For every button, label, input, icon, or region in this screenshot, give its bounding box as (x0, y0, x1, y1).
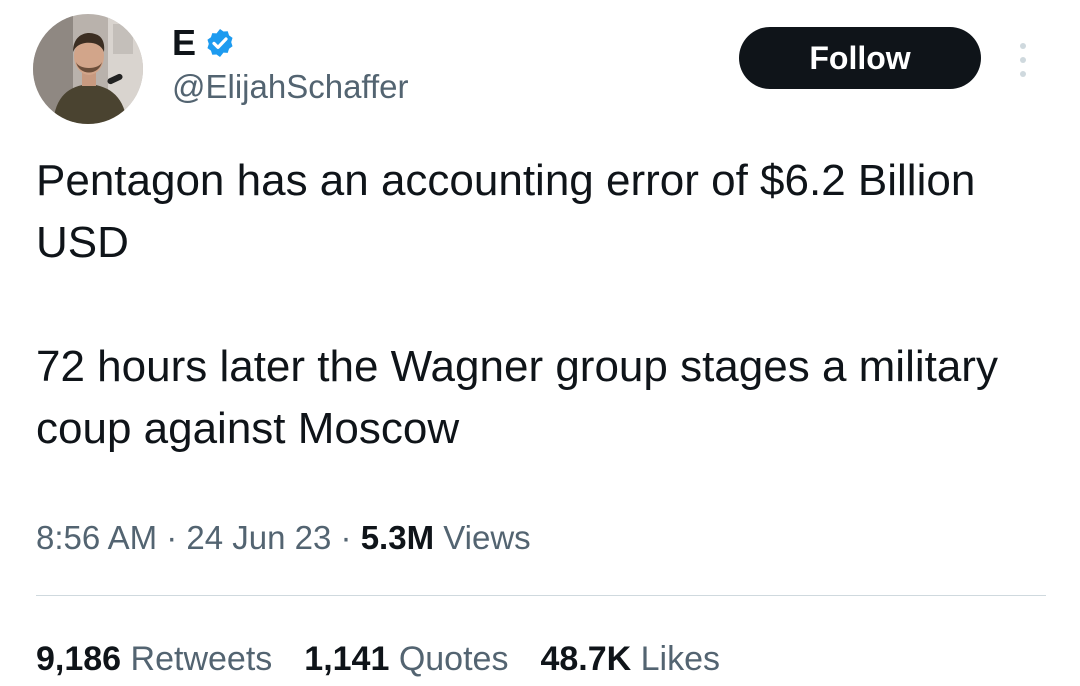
retweets-count: 9,186 (36, 640, 122, 678)
likes-stat[interactable]: 48.7K Likes (540, 636, 720, 682)
views-label: Views (434, 519, 531, 556)
tweet-time[interactable]: 8:56 AM (36, 519, 157, 556)
quotes-label: Quotes (398, 640, 509, 678)
tweet-card: E @ElijahSchaffer Follow Pentagon has an… (0, 0, 1080, 686)
quotes-count: 1,141 (304, 640, 390, 678)
likes-count: 48.7K (540, 640, 632, 678)
quotes-stat[interactable]: 1,141 Quotes (304, 636, 508, 682)
views-count: 5.3M (360, 519, 435, 556)
tweet-paragraph: Pentagon has an accounting error of $6.2… (36, 156, 976, 267)
tweet-meta: 8:56 AM · 24 Jun 23 · 5.3M Views (36, 515, 531, 561)
meta-separator: · (331, 519, 361, 556)
user-handle[interactable]: @ElijahSchaffer (172, 70, 409, 103)
meta-separator: · (157, 519, 187, 556)
verified-badge-icon (204, 27, 236, 59)
retweets-label: Retweets (130, 640, 273, 678)
display-name[interactable]: E (172, 25, 196, 61)
tweet-date[interactable]: 24 Jun 23 (186, 519, 331, 556)
name-row: E (172, 20, 236, 66)
tweet-paragraph: 72 hours later the Wagner group stages a… (36, 342, 998, 453)
more-options-icon[interactable] (1012, 40, 1034, 80)
likes-label: Likes (640, 640, 721, 678)
divider (36, 595, 1046, 596)
retweets-stat[interactable]: 9,186 Retweets (36, 636, 272, 682)
tweet-text: Pentagon has an accounting error of $6.2… (36, 150, 1046, 460)
engagement-stats: 9,186 Retweets 1,141 Quotes 48.7K Likes (36, 636, 720, 682)
avatar[interactable] (33, 14, 143, 124)
follow-button[interactable]: Follow (739, 27, 981, 89)
